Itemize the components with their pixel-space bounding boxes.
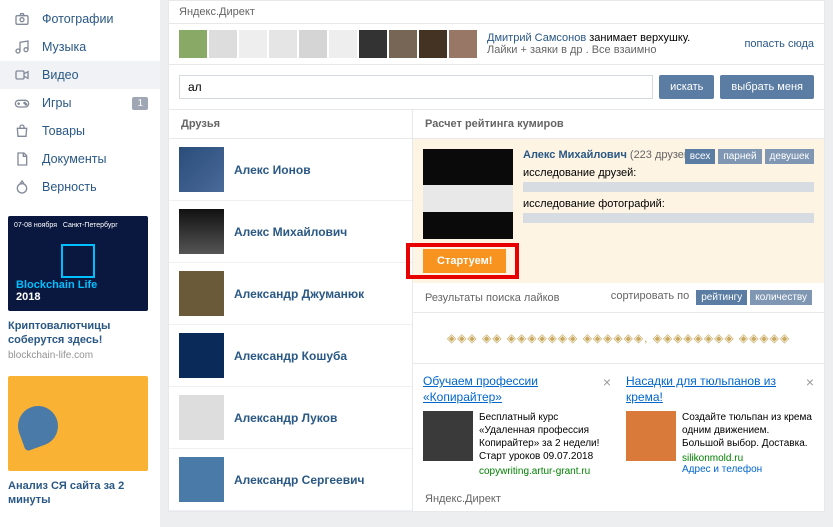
nav-goods[interactable]: Товары <box>0 117 160 145</box>
camera-icon <box>12 9 32 29</box>
progress-bar <box>523 182 814 192</box>
nav-photos[interactable]: Фотографии <box>0 5 160 33</box>
topbar-label: Яндекс.Директ <box>168 0 825 24</box>
music-icon <box>12 37 32 57</box>
feed-thumb[interactable] <box>359 30 387 58</box>
promo-blockchain[interactable]: 07-08 ноября Санкт-Петербург Blockchain … <box>8 216 152 361</box>
games-badge: 1 <box>132 97 148 110</box>
ad-block: × Обучаем профессии «Копирайтер» Бесплат… <box>423 374 611 477</box>
ad-block: × Насадки для тюльпанов из крема! Создай… <box>626 374 814 477</box>
nav-loyalty[interactable]: Верность <box>0 173 160 201</box>
feed-user-link[interactable]: Дмитрий Самсонов <box>487 32 586 44</box>
avatar <box>179 395 224 440</box>
feed-thumb[interactable] <box>179 30 207 58</box>
ad-domain[interactable]: silikonmold.ru <box>682 453 814 464</box>
friends-header: Друзья <box>169 110 412 139</box>
rating-box: всех парней девушек Алекс Михайлович (22… <box>413 139 824 283</box>
sort-rating[interactable]: рейтингу <box>696 290 747 305</box>
search-input[interactable] <box>179 75 653 99</box>
nav-games[interactable]: Игры 1 <box>0 89 160 117</box>
ad-image[interactable] <box>626 411 676 461</box>
friend-item[interactable]: Александр Сергеевич <box>169 449 412 511</box>
bag-icon <box>12 121 32 141</box>
nav-video[interactable]: Видео <box>0 61 160 89</box>
friend-item[interactable]: Александр Джуманюк <box>169 263 412 325</box>
video-icon <box>12 65 32 85</box>
friend-item[interactable]: Алекс Михайлович <box>169 201 412 263</box>
tab-girls[interactable]: девушек <box>765 149 814 164</box>
rating-avatar <box>423 149 513 239</box>
avatar <box>179 147 224 192</box>
close-icon[interactable]: × <box>603 374 611 390</box>
ad-image[interactable] <box>423 411 473 461</box>
avatar <box>179 209 224 254</box>
feed-thumb[interactable] <box>269 30 297 58</box>
feed-thumb[interactable] <box>449 30 477 58</box>
sort-count[interactable]: количеству <box>750 290 812 305</box>
results-header: Результаты поиска лайков <box>425 292 560 304</box>
gamepad-icon <box>12 93 32 113</box>
nav-music[interactable]: Музыка <box>0 33 160 61</box>
tab-all[interactable]: всех <box>685 149 716 164</box>
ad-title-link[interactable]: Обучаем профессии «Копирайтер» <box>423 374 611 405</box>
placeholder-text: ◈◈◈ ◈◈ ◈◈◈◈◈◈◈ ◈◈◈◈◈◈, ◈◈◈◈◈◈◈◈ ◈◈◈◈◈ <box>413 313 824 363</box>
search-button[interactable]: искать <box>659 75 714 99</box>
feed-thumb[interactable] <box>299 30 327 58</box>
friend-item[interactable]: Александр Кошуба <box>169 325 412 387</box>
progress-bar <box>523 213 814 223</box>
feed-bar: Дмитрий Самсонов занимает верхушку. Лайк… <box>168 24 825 65</box>
feed-thumb[interactable] <box>209 30 237 58</box>
feed-enter-link[interactable]: попасть сюда <box>744 38 814 50</box>
ad-domain[interactable]: copywriting.artur-grant.ru <box>479 466 611 477</box>
select-me-button[interactable]: выбрать меня <box>720 75 814 99</box>
promo-image-2 <box>8 376 148 471</box>
promo-image: 07-08 ноября Санкт-Петербург Blockchain … <box>8 216 148 311</box>
feed-thumb[interactable] <box>419 30 447 58</box>
close-icon[interactable]: × <box>806 374 814 390</box>
avatar <box>179 271 224 316</box>
friend-item[interactable]: Алекс Ионов <box>169 139 412 201</box>
rating-header: Расчет рейтинга кумиров <box>413 110 824 139</box>
promo-analysis[interactable]: Анализ СЯ сайта за 2 минуты <box>8 376 152 508</box>
ad-contact[interactable]: Адрес и телефон <box>682 464 814 475</box>
feed-thumb[interactable] <box>389 30 417 58</box>
feed-thumb[interactable] <box>239 30 267 58</box>
feed-thumb[interactable] <box>329 30 357 58</box>
footer-label: Яндекс.Директ <box>413 487 824 511</box>
doc-icon <box>12 149 32 169</box>
avatar <box>179 457 224 502</box>
ad-title-link[interactable]: Насадки для тюльпанов из крема! <box>626 374 814 405</box>
tab-guys[interactable]: парней <box>718 149 761 164</box>
ring-icon <box>12 177 32 197</box>
avatar <box>179 333 224 378</box>
nav-docs[interactable]: Документы <box>0 145 160 173</box>
friend-item[interactable]: Александр Луков <box>169 387 412 449</box>
start-button[interactable]: Стартуем! <box>423 249 506 273</box>
